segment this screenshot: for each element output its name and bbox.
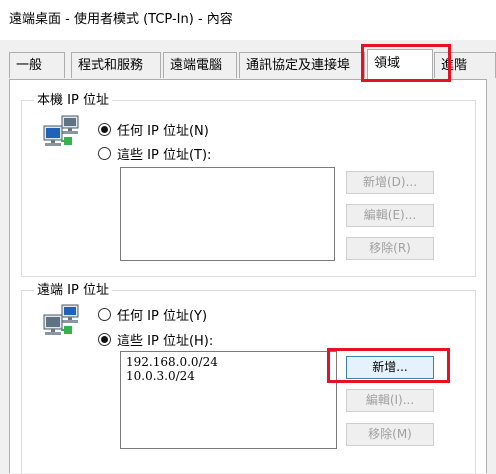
tab-strip: 一般 程式和服務 遠端電腦 通訊協定及連接埠 領域 進階 bbox=[0, 40, 496, 81]
tab-label: 進階 bbox=[441, 58, 468, 73]
remote-ip-list[interactable]: 192.168.0.0/24 10.0.3.0/24 bbox=[120, 351, 337, 449]
remote-any-ip-radio[interactable]: 任何 IP 位址(Y) bbox=[98, 305, 207, 324]
list-item[interactable]: 192.168.0.0/24 bbox=[126, 355, 331, 369]
tab-protocols-ports[interactable]: 通訊協定及連接埠 bbox=[239, 52, 365, 78]
local-ip-list[interactable] bbox=[120, 167, 335, 261]
local-these-ip-label: 這些 IP 位址(T): bbox=[117, 148, 212, 163]
scope-tab-page: 本機 IP 位址 任何 IP 位址(N) 這些 IP 位址(T): 新增(D).… bbox=[9, 79, 487, 474]
tab-general[interactable]: 一般 bbox=[9, 52, 65, 78]
local-ip-group-title: 本機 IP 位址 bbox=[34, 93, 112, 109]
tab-scope[interactable]: 領域 bbox=[367, 49, 433, 81]
title-bar: 遠端桌面 - 使用者模式 (TCP-In) - 內容 bbox=[0, 0, 496, 40]
tab-label: 領域 bbox=[374, 56, 401, 71]
tab-label: 通訊協定及連接埠 bbox=[246, 58, 351, 73]
tab-label: 一般 bbox=[16, 58, 43, 73]
local-any-ip-label: 任何 IP 位址(N) bbox=[117, 124, 209, 139]
local-any-ip-radio[interactable]: 任何 IP 位址(N) bbox=[98, 120, 209, 139]
remote-remove-button[interactable]: 移除(M) bbox=[346, 423, 434, 446]
remote-these-ip-label: 這些 IP 位址(H): bbox=[117, 334, 214, 349]
local-remove-button[interactable]: 移除(R) bbox=[346, 237, 434, 260]
list-item[interactable]: 10.0.3.0/24 bbox=[126, 369, 331, 383]
radio-checked-icon bbox=[98, 123, 111, 136]
remote-add-button[interactable]: 新增... bbox=[346, 356, 434, 379]
radio-checked-icon bbox=[98, 333, 111, 346]
remote-ip-group-title: 遠端 IP 位址 bbox=[34, 283, 112, 299]
local-these-ip-radio[interactable]: 這些 IP 位址(T): bbox=[98, 144, 211, 163]
remote-these-ip-radio[interactable]: 這些 IP 位址(H): bbox=[98, 330, 213, 349]
network-computers-icon bbox=[43, 115, 79, 146]
remote-edit-button[interactable]: 編輯(I)... bbox=[346, 389, 434, 412]
radio-unchecked-icon bbox=[98, 308, 111, 321]
tab-label: 程式和服務 bbox=[78, 58, 144, 73]
tab-programs-services[interactable]: 程式和服務 bbox=[71, 52, 161, 78]
tab-advanced[interactable]: 進階 bbox=[434, 52, 496, 78]
tab-remote-computers[interactable]: 遠端電腦 bbox=[163, 52, 237, 78]
tab-label: 遠端電腦 bbox=[170, 58, 223, 73]
network-computers-icon bbox=[43, 304, 79, 335]
remote-any-ip-label: 任何 IP 位址(Y) bbox=[117, 309, 208, 324]
window-title: 遠端桌面 - 使用者模式 (TCP-In) - 內容 bbox=[9, 12, 233, 27]
local-add-button[interactable]: 新增(D)... bbox=[346, 171, 434, 194]
radio-unchecked-icon bbox=[98, 147, 111, 160]
local-edit-button[interactable]: 編輯(E)... bbox=[346, 204, 434, 227]
